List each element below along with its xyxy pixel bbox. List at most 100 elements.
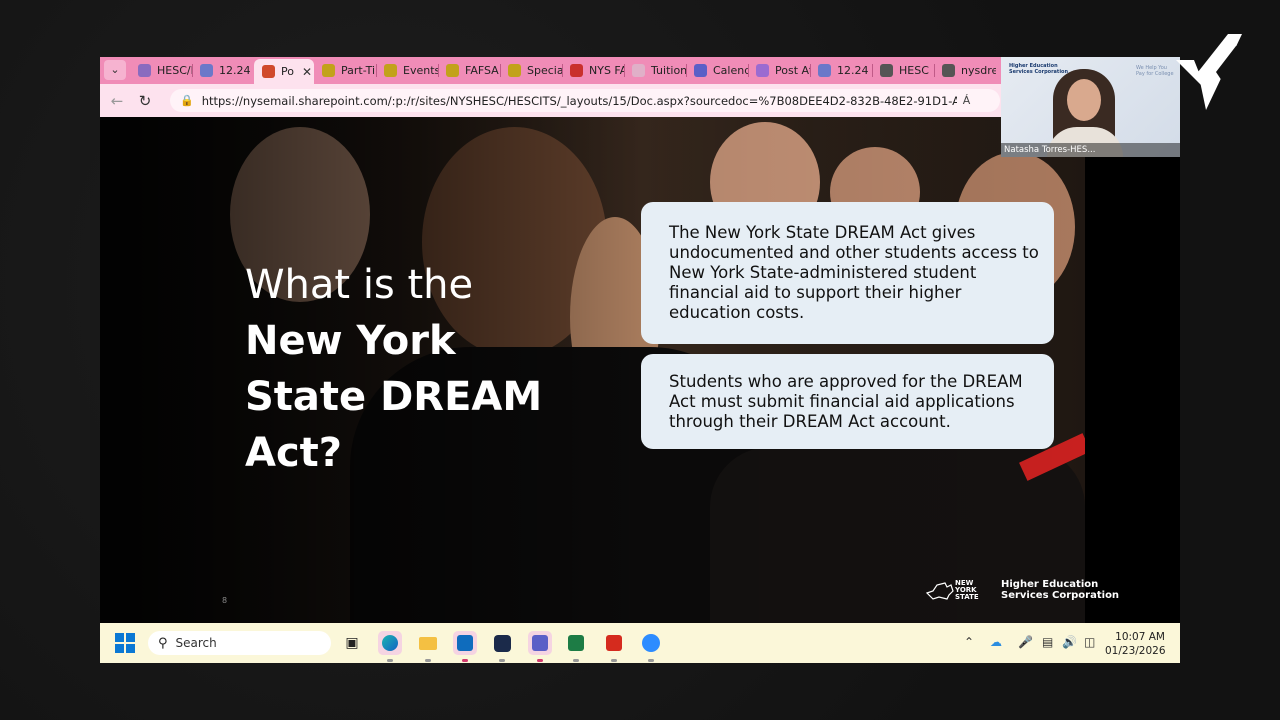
tab-actions-button[interactable]: ⌄ [104, 60, 126, 80]
task-view-icon[interactable]: ▣ [340, 631, 364, 655]
title-line: New York [245, 318, 456, 364]
browser-tab[interactable]: Post At [748, 59, 810, 82]
calendar-icon [818, 64, 831, 77]
presentation-slide: What is the New York State DREAM Act? Th… [100, 117, 1180, 623]
browser-tab-label: 12.24 t [219, 64, 254, 77]
browser-tab[interactable]: 12.24 t [192, 59, 254, 82]
system-clock[interactable]: 10:07 AM 01/23/2026 [1105, 630, 1166, 658]
read-aloud-icon[interactable]: Á [963, 94, 971, 107]
browser-tab-label: Part-Ti [341, 64, 376, 77]
browser-tab[interactable]: Part-Ti [314, 59, 376, 82]
browser-tab-label: FAFSA [465, 64, 499, 77]
video-tagline-line: Pay for College [1136, 71, 1174, 77]
webex-icon[interactable] [490, 631, 514, 655]
teams-icon [694, 64, 707, 77]
windows-taskbar: ⚲ Search ▣ ⌃ ☁ 🎤 ▤ 🔊 ◫ 10:07 AM 01/23/20… [100, 623, 1180, 663]
flag-icon [446, 64, 459, 77]
nys-wordmark: NEW YORK STATE [955, 578, 979, 601]
close-tab-icon[interactable]: ✕ [302, 65, 312, 79]
browser-tab[interactable]: NYS FA [562, 59, 624, 82]
browser-tab[interactable]: Events [376, 59, 438, 82]
info-bubble-2: Students who are approved for the DREAM … [641, 354, 1054, 449]
browser-tab[interactable]: FAFSA [438, 59, 500, 82]
gear-icon [138, 64, 151, 77]
title-line: Act? [245, 430, 342, 476]
browser-tab-label: HESC/I [157, 64, 192, 77]
shield-icon [942, 64, 955, 77]
edge-icon[interactable] [378, 631, 402, 655]
browser-tab-label: Special [527, 64, 562, 77]
hesc-wordmark: Higher Education Services Corporation [1001, 579, 1119, 601]
running-indicator [425, 659, 431, 662]
browser-tab[interactable]: Tuition [624, 59, 686, 82]
browser-tab[interactable]: HESC [872, 59, 934, 82]
battery-icon[interactable]: ◫ [1084, 635, 1095, 649]
browser-tab-label: HESC [899, 64, 929, 77]
clock-time: 10:07 AM [1115, 631, 1165, 643]
refresh-icon[interactable]: ↻ [134, 90, 156, 112]
browser-tab[interactable]: Calend [686, 59, 748, 82]
participant-name: Natasha Torres-HES... [1001, 143, 1180, 157]
chevron-up-icon[interactable]: ⌃ [964, 635, 974, 649]
browser-tab-label: NYS FA [589, 64, 624, 77]
video-logo-line: Services Corporation [1009, 69, 1069, 75]
back-arrow-icon[interactable]: ← [106, 90, 128, 112]
new-york-state-map-icon [925, 582, 954, 600]
video-background-logo: Higher Education Services Corporation [1009, 63, 1068, 75]
file-explorer-icon[interactable] [416, 631, 440, 655]
browser-tab[interactable]: nysdre [934, 59, 996, 82]
hesc-wordmark-line: Higher Education [1001, 579, 1099, 590]
running-indicator [499, 659, 505, 662]
globe-icon [880, 64, 893, 77]
flag-icon [632, 64, 645, 77]
search-label: Search [175, 636, 217, 650]
taskbar-search[interactable]: ⚲ Search [148, 631, 331, 655]
browser-tab[interactable]: Po ✕ [254, 59, 314, 84]
title-line: State DREAM [245, 374, 543, 420]
pdf-icon [570, 64, 583, 77]
browser-tab[interactable]: Special [500, 59, 562, 82]
running-indicator [387, 659, 393, 662]
acrobat-icon[interactable] [602, 631, 626, 655]
onedrive-cloud-icon[interactable]: ☁ [990, 635, 1002, 649]
flag-icon [322, 64, 335, 77]
running-indicator [573, 659, 579, 662]
info-bubble-1: The New York State DREAM Act gives undoc… [641, 202, 1054, 344]
clock-date: 01/23/2026 [1105, 645, 1166, 657]
excel-icon[interactable] [564, 631, 588, 655]
browser-tab-label: Events [403, 64, 438, 77]
running-indicator [537, 659, 543, 662]
volume-icon[interactable]: 🔊 [1062, 635, 1077, 649]
running-indicator [648, 659, 654, 662]
browser-tab-label: Tuition [651, 64, 686, 77]
hesc-wordmark-line: Services Corporation [1001, 590, 1120, 601]
running-indicator [611, 659, 617, 662]
browser-tab-label: Calend [713, 64, 748, 77]
network-icon[interactable]: ▤ [1042, 635, 1053, 649]
browser-tab-label: Post At [775, 64, 810, 77]
zoom-icon[interactable] [639, 631, 663, 655]
slide-page-number: 8 [222, 596, 228, 605]
search-icon: ⚲ [158, 635, 168, 651]
lock-icon: 🔒 [180, 94, 194, 107]
flag-icon [508, 64, 521, 77]
participant-face [1067, 79, 1101, 121]
browser-tab-label: 12.24 t [837, 64, 872, 77]
url-text: https://nysemail.sharepoint.com/:p:/r/si… [201, 93, 957, 108]
browser-tab[interactable]: 12.24 t [810, 59, 872, 82]
browser-tab[interactable]: HESC/I [130, 59, 192, 82]
video-background-tagline: We Help You Pay for College [1136, 65, 1174, 77]
bubble-text: The New York State DREAM Act gives undoc… [669, 223, 1039, 322]
channel-logo-icon [1176, 34, 1242, 110]
slide-title: What is the New York State DREAM Act? [245, 257, 542, 481]
windows-start-icon[interactable] [115, 633, 135, 653]
profile-icon [756, 64, 769, 77]
outlook-icon[interactable] [453, 631, 477, 655]
teams-icon[interactable] [528, 631, 552, 655]
running-indicator [462, 659, 468, 662]
participant-video-tile[interactable]: Higher Education Services Corporation We… [1001, 57, 1180, 157]
browser-tab-label: Po [281, 65, 294, 78]
powerpoint-icon [262, 65, 275, 78]
microphone-icon[interactable]: 🎤 [1018, 635, 1033, 649]
url-field[interactable]: 🔒 https://nysemail.sharepoint.com/:p:/r/… [170, 89, 1000, 112]
